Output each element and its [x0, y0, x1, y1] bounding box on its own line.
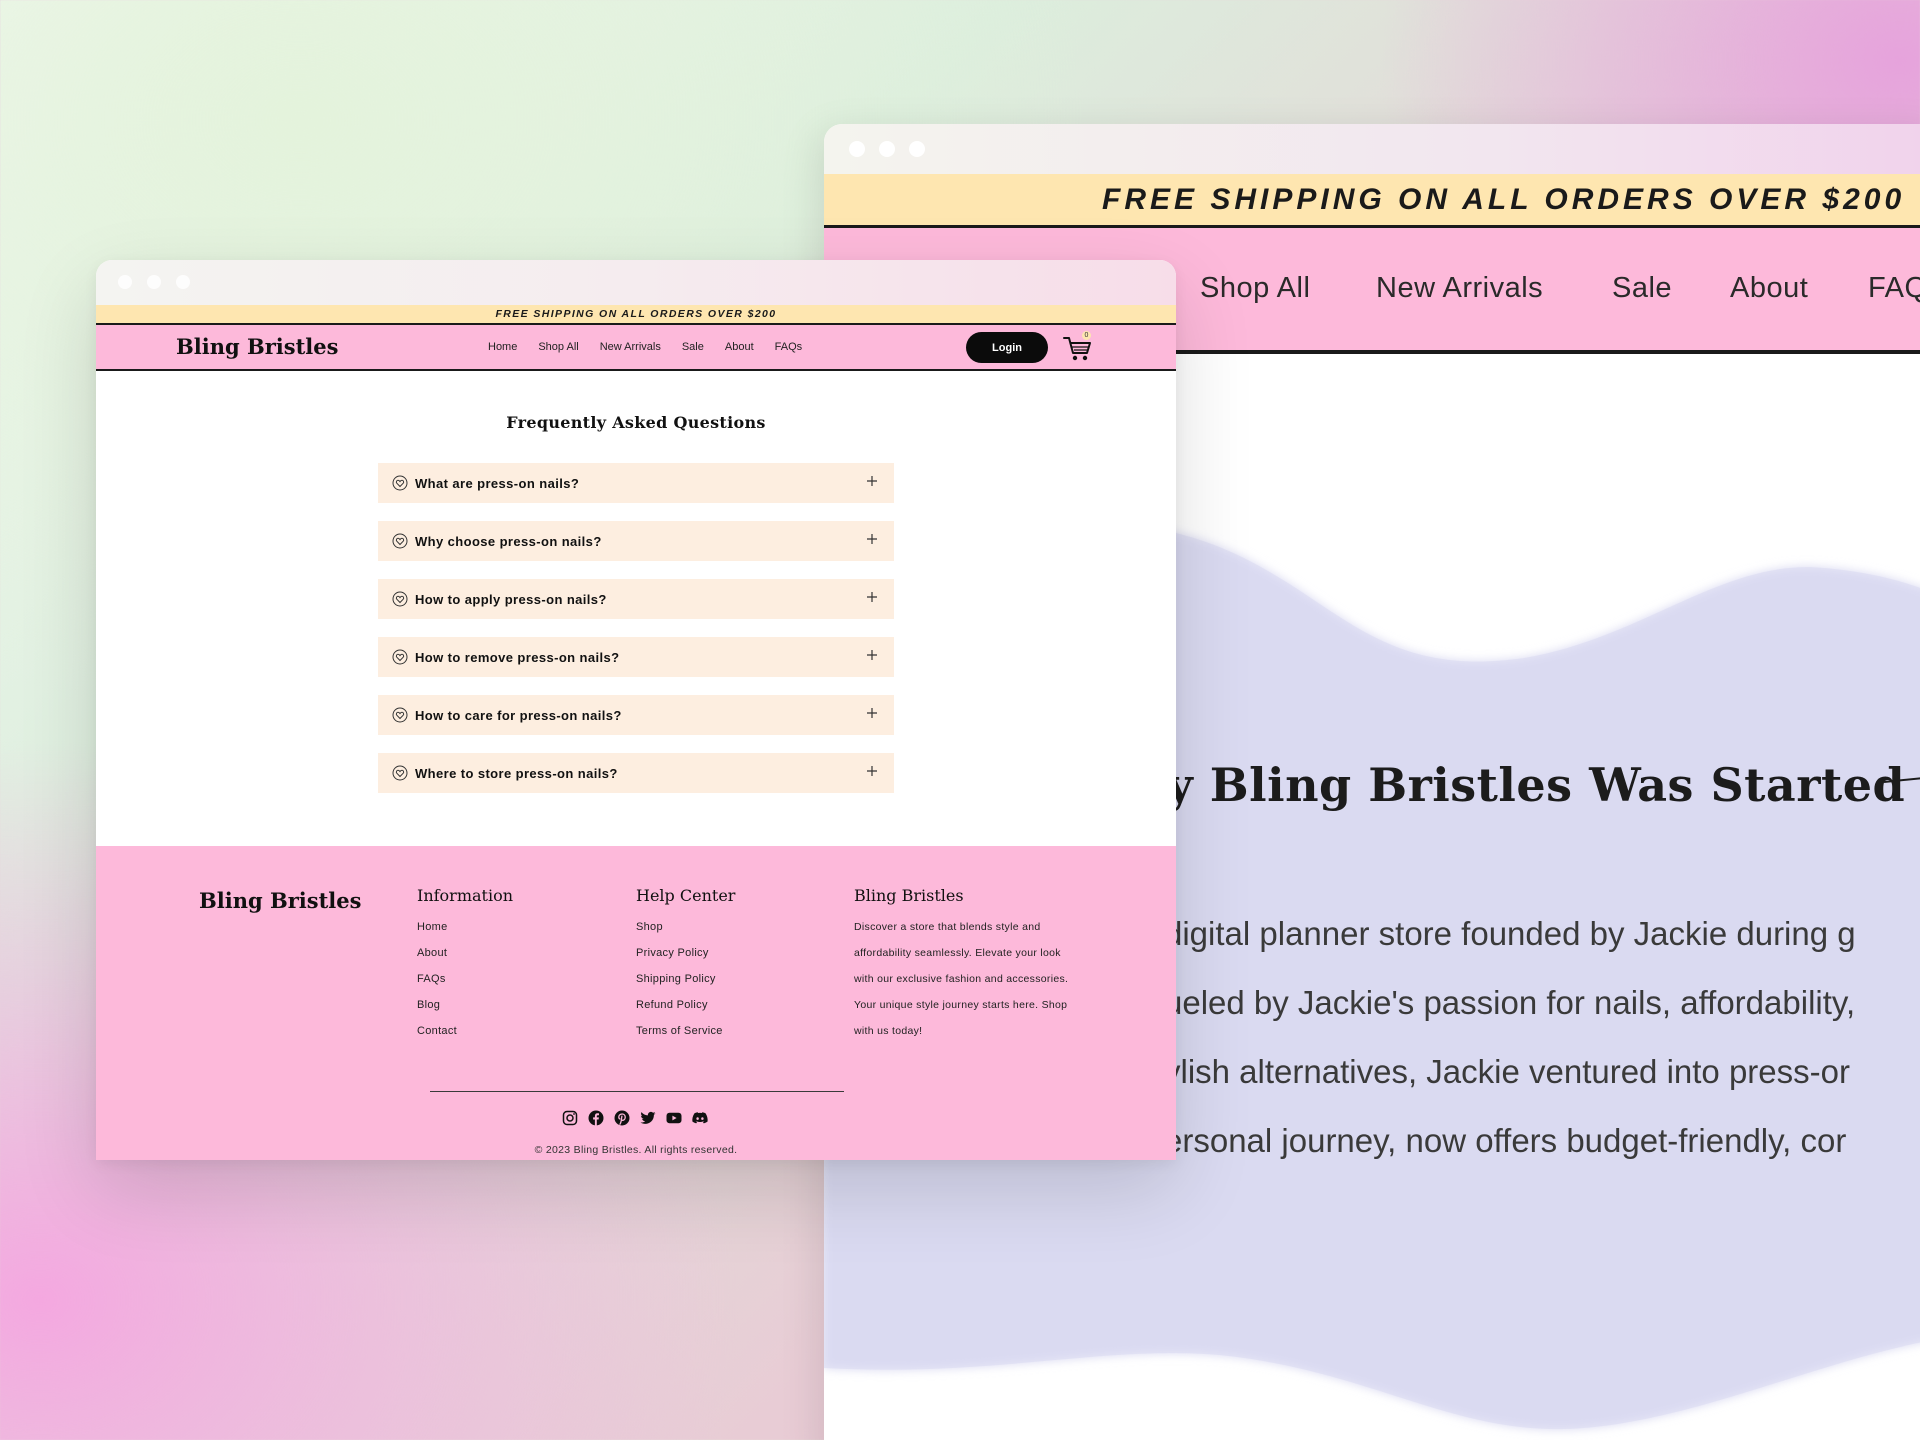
- nav-link-new-arrivals[interactable]: New Arrivals: [600, 341, 661, 353]
- window-dot[interactable]: [879, 141, 895, 157]
- instagram-icon[interactable]: [562, 1110, 578, 1126]
- nav-link-home[interactable]: Home: [488, 341, 517, 353]
- faq-item[interactable]: Where to store press-on nails?: [378, 753, 894, 793]
- footer-link-privacy-policy[interactable]: Privacy Policy: [636, 947, 735, 973]
- footer-link-contact[interactable]: Contact: [417, 1025, 513, 1051]
- faq-item[interactable]: What are press-on nails?: [378, 463, 894, 503]
- heart-icon: [392, 707, 408, 723]
- footer-divider: [430, 1091, 844, 1092]
- nav-links: Home Shop All New Arrivals Sale About FA…: [488, 341, 802, 353]
- site-footer: Bling Bristles Information Home About FA…: [96, 846, 1176, 1160]
- window-dot[interactable]: [909, 141, 925, 157]
- plus-icon[interactable]: [864, 589, 880, 605]
- front-window-titlebar: [96, 260, 1176, 305]
- faq-question: How to remove press-on nails?: [415, 649, 620, 665]
- footer-link-blog[interactable]: Blog: [417, 999, 513, 1025]
- faq-question: How to apply press-on nails?: [415, 591, 607, 607]
- window-dot[interactable]: [176, 275, 190, 289]
- faq-question: What are press-on nails?: [415, 475, 580, 491]
- about-paragraph-line: digital planner store founded by Jackie …: [1164, 915, 1856, 952]
- footer-link-shop[interactable]: Shop: [636, 921, 735, 947]
- footer-column-heading: Help Center: [636, 886, 736, 905]
- nav-link-shop-all[interactable]: Shop All: [538, 341, 578, 353]
- footer-link-faqs[interactable]: FAQs: [417, 973, 513, 999]
- footer-column-heading: Information: [417, 886, 514, 905]
- about-paragraph-line: ylish alternatives, Jackie ventured into…: [1164, 1053, 1850, 1090]
- nav-link-faqs[interactable]: FAQs: [775, 341, 803, 353]
- plus-icon[interactable]: [864, 763, 880, 779]
- nav-link-about[interactable]: About: [725, 341, 754, 353]
- about-paragraph-line: ersonal journey, now offers budget-frien…: [1164, 1122, 1847, 1159]
- heart-icon: [392, 533, 408, 549]
- nav-link-about[interactable]: About: [1730, 272, 1808, 305]
- heart-icon: [392, 591, 408, 607]
- discord-icon[interactable]: [692, 1110, 708, 1126]
- facebook-icon[interactable]: [588, 1110, 604, 1126]
- footer-about-blurb: Discover a store that blends style and a…: [854, 921, 1069, 1037]
- faq-question: Where to store press-on nails?: [415, 765, 618, 781]
- nav-link-sale[interactable]: Sale: [682, 341, 704, 353]
- about-heading: y Bling Bristles Was Started: [1166, 758, 1906, 812]
- login-button[interactable]: Login: [966, 332, 1048, 363]
- nav-link-shop-all[interactable]: Shop All: [1200, 272, 1310, 305]
- nav-link-sale[interactable]: Sale: [1612, 272, 1672, 305]
- footer-link-refund-policy[interactable]: Refund Policy: [636, 999, 735, 1025]
- plus-icon[interactable]: [864, 531, 880, 547]
- faq-section: Frequently Asked Questions What are pres…: [96, 371, 1176, 846]
- window-dot[interactable]: [147, 275, 161, 289]
- site-navbar: Bling Bristles Home Shop All New Arrival…: [96, 325, 1176, 371]
- heart-icon: [392, 765, 408, 781]
- copyright-text: © 2023 Bling Bristles. All rights reserv…: [534, 1144, 738, 1156]
- footer-link-about[interactable]: About: [417, 947, 513, 973]
- footer-link-home[interactable]: Home: [417, 921, 513, 947]
- footer-column-heading: Bling Bristles: [854, 886, 964, 905]
- back-window-titlebar: [824, 124, 1920, 174]
- faq-item[interactable]: How to care for press-on nails?: [378, 695, 894, 735]
- faq-item[interactable]: How to apply press-on nails?: [378, 579, 894, 619]
- front-browser-window: FREE SHIPPING ON ALL ORDERS OVER $200 Bl…: [96, 260, 1176, 1160]
- footer-link-shipping-policy[interactable]: Shipping Policy: [636, 973, 735, 999]
- window-dot[interactable]: [849, 141, 865, 157]
- heart-icon: [392, 475, 408, 491]
- shipping-banner: FREE SHIPPING ON ALL ORDERS OVER $200: [96, 305, 1176, 325]
- footer-help-center-column: Help Center Shop Privacy Policy Shipping…: [636, 886, 735, 1051]
- nav-link-faq[interactable]: FAQ: [1868, 272, 1920, 305]
- faq-item[interactable]: Why choose press-on nails?: [378, 521, 894, 561]
- window-dot[interactable]: [118, 275, 132, 289]
- brand-logo[interactable]: Bling Bristles: [176, 334, 338, 359]
- footer-brand-logo[interactable]: Bling Bristles: [199, 888, 361, 913]
- social-links: [562, 1110, 708, 1126]
- heart-icon: [392, 649, 408, 665]
- plus-icon[interactable]: [864, 473, 880, 489]
- footer-information-column: Information Home About FAQs Blog Contact: [417, 886, 513, 1051]
- faq-item[interactable]: How to remove press-on nails?: [378, 637, 894, 677]
- faq-question: How to care for press-on nails?: [415, 707, 622, 723]
- about-paragraph-line: ueled by Jackie's passion for nails, aff…: [1164, 984, 1856, 1021]
- footer-link-terms-of-service[interactable]: Terms of Service: [636, 1025, 735, 1051]
- pinterest-icon[interactable]: [614, 1110, 630, 1126]
- plus-icon[interactable]: [864, 647, 880, 663]
- youtube-icon[interactable]: [666, 1110, 682, 1126]
- shipping-banner: FREE SHIPPING ON ALL ORDERS OVER $200: [824, 174, 1920, 228]
- faq-title: Frequently Asked Questions: [506, 413, 766, 432]
- twitter-icon[interactable]: [640, 1110, 656, 1126]
- plus-icon[interactable]: [864, 705, 880, 721]
- faq-question: Why choose press-on nails?: [415, 533, 602, 549]
- footer-about-column: Bling Bristles Discover a store that ble…: [854, 886, 1074, 1044]
- cart-count-badge: 0: [1082, 331, 1091, 340]
- nav-link-new-arrivals[interactable]: New Arrivals: [1376, 272, 1543, 305]
